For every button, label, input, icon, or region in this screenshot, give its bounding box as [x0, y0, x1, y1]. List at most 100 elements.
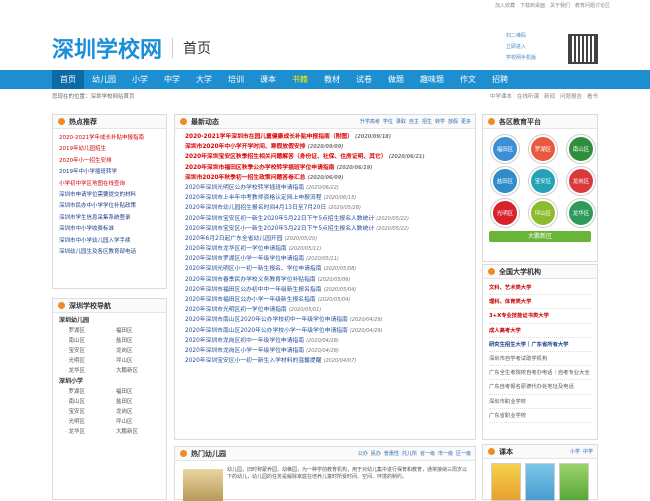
- news-item[interactable]: 2020年深圳市罗湖区小学一年级学位申请指南 (2020/05/11): [185, 254, 465, 264]
- news-item[interactable]: 2020年深圳市春季民办学校义务教育学位补贴指南 (2020/05/06): [185, 275, 465, 285]
- district-circle[interactable]: 光明区: [491, 199, 519, 227]
- primary-district-link[interactable]: 坪山区: [113, 417, 161, 425]
- news-item[interactable]: 深圳市2020年秋季初一招生政策问题答卷汇总 (2020/06/09): [185, 173, 465, 183]
- news-item[interactable]: 2020年深圳市龙岗区小学一年级学位申请指南 (2020/04/28): [185, 346, 465, 356]
- district-circle[interactable]: 福田区: [491, 135, 519, 163]
- news-item[interactable]: 2020-2021学年深圳市在园儿童健康成长补贴申报指南（附图） (2020/09…: [185, 132, 465, 142]
- news-title[interactable]: 2020年深圳宝安区秋季招生相关问题解答（身份证、社保、住房证明、其它）: [185, 154, 387, 160]
- book-cover-image[interactable]: [525, 463, 555, 501]
- nav-item[interactable]: 小学: [124, 70, 156, 89]
- news-title[interactable]: 2020年深圳市福田区公办小学一年级新生报名指南: [185, 297, 316, 303]
- primary-district-link[interactable]: 龙岗区: [113, 407, 161, 415]
- primary-district-link[interactable]: 宝安区: [65, 407, 113, 415]
- news-title[interactable]: 2020年深圳市龙华区初一学位申请指南: [185, 246, 287, 252]
- university-link[interactable]: 成人高考大学: [489, 324, 591, 338]
- hot-item[interactable]: 2019年中小学插班转学: [59, 167, 160, 175]
- district-circle[interactable]: 龙岗区: [567, 167, 595, 195]
- district-circle[interactable]: 罗湖区: [529, 135, 557, 163]
- news-title[interactable]: 2020年深圳宝安区小一初一新生入学材料的温馨提醒: [185, 358, 322, 364]
- news-item[interactable]: 2020年深圳市福田区公办初中中一年级新生报名指南 (2020/05/04): [185, 285, 465, 295]
- district-circle[interactable]: 龙华区: [567, 199, 595, 227]
- news-title[interactable]: 2020-2021学年深圳市在园儿童健康成长补贴申报指南（附图）: [185, 134, 353, 140]
- university-link[interactable]: 广东全生考院校自考办电话｜自考专业大全: [489, 366, 591, 381]
- news-title[interactable]: 2020年深圳市宝安区小一新生2020年5月22日下午5点招生报名人数统计: [185, 226, 374, 232]
- news-item[interactable]: 2020年深圳市宝安区初一新生2020年5月22日下午5点招生报名人数统计 (20…: [185, 214, 465, 224]
- qr-link[interactable]: 学校网手机版: [506, 54, 536, 61]
- news-item[interactable]: 2020年深圳市龙华区初一学位申请指南 (2020/05/11): [185, 244, 465, 254]
- news-tab[interactable]: 学位: [383, 118, 393, 125]
- news-item[interactable]: 2020年深圳市光明区初一学位申请指南 (2020/05/01): [185, 305, 465, 315]
- news-tab[interactable]: 转学: [435, 118, 445, 125]
- nav-item[interactable]: 招聘: [484, 70, 516, 89]
- kinder-district-link[interactable]: 坪山区: [113, 356, 161, 364]
- news-title[interactable]: 2020年深圳市福田区秋季公办学校转学插班学位申请指南: [185, 165, 334, 171]
- news-title[interactable]: 2020年深圳市龙岗区初中一年级学位申请指南: [185, 338, 304, 344]
- hot-item[interactable]: 2019年幼儿园招生: [59, 144, 160, 152]
- hot-item[interactable]: 2020-2021学年成长补贴申报指南: [59, 133, 160, 141]
- primary-district-link[interactable]: 大鹏新区: [113, 427, 161, 435]
- district-circle[interactable]: 南山区: [567, 135, 595, 163]
- quick-link[interactable]: 新闻: [544, 92, 555, 104]
- news-item[interactable]: 2020年深圳宝安区小一初一新生入学材料的温馨提醒 (2020/04/07): [185, 356, 465, 366]
- kinder-tab[interactable]: 民办: [371, 450, 381, 457]
- news-tab[interactable]: 招生: [422, 118, 432, 125]
- news-title[interactable]: 2020年深圳市春季民办学校义务教育学位补贴指南: [185, 277, 316, 283]
- news-item[interactable]: 2020年深圳市福田区公办小学一年级新生报名指南 (2020/05/04): [185, 295, 465, 305]
- kinder-district-link[interactable]: 光明区: [65, 356, 113, 364]
- home-title[interactable]: 首页: [172, 38, 211, 58]
- news-item[interactable]: 2020年深圳市南山区2020年公办学校初中一年级学位申请指南 (2020/04/…: [185, 315, 465, 325]
- primary-district-link[interactable]: 盐田区: [113, 397, 161, 405]
- district-circle[interactable]: 坪山区: [529, 199, 557, 227]
- primary-district-link[interactable]: 罗湖区: [65, 387, 113, 395]
- news-title[interactable]: 2020年深圳市罗湖区小学一年级学位申请指南: [185, 256, 304, 262]
- news-item[interactable]: 2020年深圳市龙岗区初中一年级学位申请指南 (2020/04/28): [185, 336, 465, 346]
- book-cover-image[interactable]: [559, 463, 589, 501]
- qr-link[interactable]: 扫二维码: [506, 32, 536, 39]
- news-tab[interactable]: 升学高考: [360, 118, 380, 125]
- nav-item[interactable]: 做题: [380, 70, 412, 89]
- dapeng-button[interactable]: 大鹏新区: [489, 231, 591, 242]
- kinder-tab[interactable]: 省一级: [420, 450, 435, 457]
- kinder-district-link[interactable]: 福田区: [113, 326, 161, 334]
- news-tab[interactable]: 放假: [448, 118, 458, 125]
- news-item[interactable]: 2020年深圳市福田区秋季公办学校转学插班学位申请指南 (2020/06/19): [185, 163, 465, 173]
- primary-district-link[interactable]: 福田区: [113, 387, 161, 395]
- nav-item[interactable]: 幼儿园: [84, 70, 124, 89]
- textbook-tab[interactable]: 小学: [570, 448, 580, 455]
- university-link[interactable]: 文科、艺术类大学: [489, 281, 591, 296]
- hot-item[interactable]: 深圳市申请学位需要提交的材料: [59, 190, 160, 198]
- primary-subhead[interactable]: 深圳小学: [53, 374, 166, 387]
- news-tab[interactable]: 录取: [396, 118, 406, 125]
- university-link[interactable]: 深圳市自学考试助学机构: [489, 352, 591, 367]
- nav-item[interactable]: 教材: [316, 70, 348, 89]
- quick-link[interactable]: 看书: [587, 92, 598, 104]
- nav-item[interactable]: 试卷: [348, 70, 380, 89]
- nav-item[interactable]: 趣味题: [412, 70, 452, 89]
- hot-item[interactable]: 深圳市中小学幼儿园入学手续: [59, 236, 160, 244]
- nav-item[interactable]: 课本: [252, 70, 284, 89]
- nav-item[interactable]: 首页: [52, 70, 84, 89]
- kinder-district-link[interactable]: 盐田区: [113, 336, 161, 344]
- news-title[interactable]: 2020年深圳市龙岗区小学一年级学位申请指南: [185, 348, 304, 354]
- district-circle[interactable]: 盐田区: [491, 167, 519, 195]
- nav-item[interactable]: 培训: [220, 70, 252, 89]
- news-title[interactable]: 2020年深圳市南山区2020年公办学校小学一年级学位申请指南: [185, 328, 348, 334]
- kinder-district-link[interactable]: 大鹏新区: [113, 366, 161, 374]
- university-link[interactable]: 理科、体育类大学: [489, 295, 591, 310]
- kinder-district-link[interactable]: 宝安区: [65, 346, 113, 354]
- university-link[interactable]: 深圳市职业学校: [489, 395, 591, 409]
- news-title[interactable]: 深圳市2020年秋季初一招生政策问题答卷汇总: [185, 175, 305, 181]
- hot-item[interactable]: 深圳市中小学收费标准: [59, 224, 160, 232]
- university-link[interactable]: 3+X专业技能证书类大学: [489, 309, 591, 324]
- kinder-district-link[interactable]: 龙华区: [65, 366, 113, 374]
- news-title[interactable]: 2020年深圳光明区小一初一新生报名、学位申请指南: [185, 266, 322, 272]
- kinder-district-link[interactable]: 南山区: [65, 336, 113, 344]
- kinder-tab[interactable]: 托儿所: [402, 450, 417, 457]
- quick-link[interactable]: 中学课本: [490, 92, 512, 104]
- news-item[interactable]: 2020年深圳光明区公办学校转学插班申请指南 (2020/06/22): [185, 183, 465, 193]
- news-title[interactable]: 深圳市2020年中小学开学时间、寒假放假安排: [185, 144, 305, 150]
- hot-item[interactable]: 深圳幼儿园生及各区教育部电话: [59, 247, 160, 255]
- quick-link[interactable]: 在线听课: [517, 92, 539, 104]
- news-item[interactable]: 2020年深圳宝安区秋季招生相关问题解答（身份证、社保、住房证明、其它） (202…: [185, 152, 465, 162]
- kinder-district-link[interactable]: 龙岗区: [113, 346, 161, 354]
